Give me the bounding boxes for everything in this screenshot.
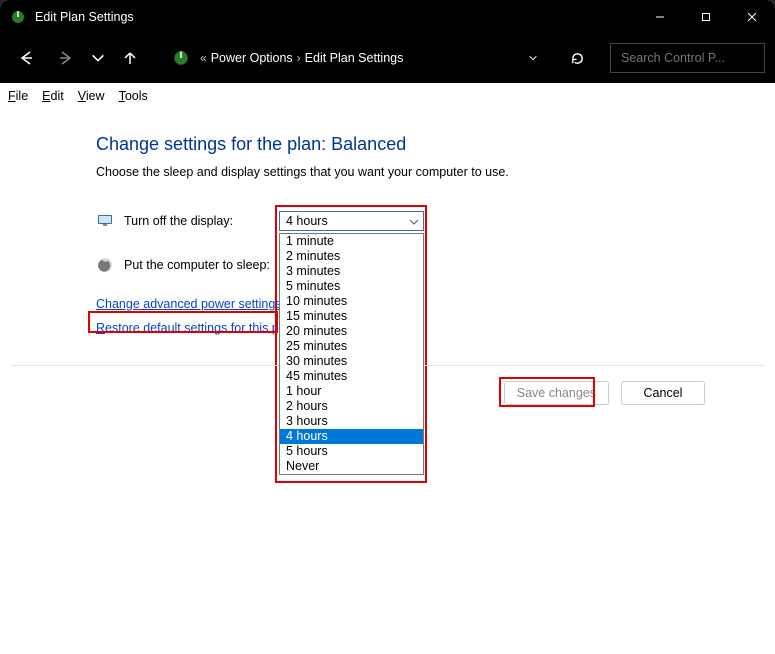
dropdown-option[interactable]: 20 minutes [280, 324, 423, 339]
up-button[interactable] [114, 42, 146, 74]
page-subtext: Choose the sleep and display settings th… [96, 165, 715, 179]
maximize-button[interactable] [683, 0, 729, 33]
chevron-right-icon: › [297, 51, 301, 65]
menu-edit[interactable]: Edit [42, 89, 64, 103]
dropdown-option[interactable]: 2 hours [280, 399, 423, 414]
app-icon [10, 9, 26, 25]
display-select[interactable]: 4 hours [279, 211, 424, 231]
chevron-left-icon: « [200, 51, 207, 65]
display-row: Turn off the display: 4 hours 1 minute2 … [96, 209, 715, 233]
dropdown-option[interactable]: 1 hour [280, 384, 423, 399]
search-box[interactable] [610, 43, 765, 73]
dropdown-option[interactable]: 3 hours [280, 414, 423, 429]
search-input[interactable] [619, 50, 775, 66]
navigation-toolbar: « Power Options › Edit Plan Settings [0, 33, 775, 83]
breadcrumb-power-options[interactable]: Power Options [211, 51, 293, 65]
dropdown-option[interactable]: Never [280, 459, 423, 474]
address-bar[interactable]: « Power Options › Edit Plan Settings [164, 43, 510, 73]
menu-view[interactable]: View [78, 89, 105, 103]
dropdown-option[interactable]: 1 minute [280, 234, 423, 249]
back-button[interactable] [10, 42, 42, 74]
refresh-button[interactable] [562, 43, 592, 73]
minimize-button[interactable] [637, 0, 683, 33]
dropdown-option[interactable]: 25 minutes [280, 339, 423, 354]
sleep-icon [96, 256, 114, 274]
content-area: Change settings for the plan: Balanced C… [0, 109, 775, 335]
recent-locations-button[interactable] [90, 42, 106, 74]
chevron-down-icon [409, 216, 419, 230]
dropdown-option[interactable]: 5 minutes [280, 279, 423, 294]
menu-tools[interactable]: Tools [119, 89, 148, 103]
address-dropdown-button[interactable] [518, 43, 548, 73]
breadcrumb-edit-plan-settings[interactable]: Edit Plan Settings [305, 51, 404, 65]
control-panel-icon [172, 49, 190, 67]
dropdown-option[interactable]: 4 hours [280, 429, 423, 444]
menu-file[interactable]: File [8, 89, 28, 103]
cancel-button[interactable]: Cancel [621, 381, 705, 405]
dropdown-option[interactable]: 3 minutes [280, 264, 423, 279]
page-heading: Change settings for the plan: Balanced [96, 134, 715, 155]
display-select-value: 4 hours [286, 214, 328, 228]
save-button[interactable]: Save changes [504, 381, 609, 405]
dropdown-option[interactable]: 45 minutes [280, 369, 423, 384]
dropdown-option[interactable]: 15 minutes [280, 309, 423, 324]
display-label: Turn off the display: [124, 214, 279, 228]
dropdown-option[interactable]: 10 minutes [280, 294, 423, 309]
forward-button[interactable] [50, 42, 82, 74]
menu-bar: File Edit View Tools [0, 83, 775, 109]
dropdown-option[interactable]: 2 minutes [280, 249, 423, 264]
display-select-wrap: 4 hours 1 minute2 minutes3 minutes5 minu… [279, 211, 424, 231]
titlebar: Edit Plan Settings [0, 0, 775, 33]
window: Edit Plan Settings « Power Options › Edi… [0, 0, 775, 654]
dropdown-option[interactable]: 5 hours [280, 444, 423, 459]
display-dropdown-list[interactable]: 1 minute2 minutes3 minutes5 minutes10 mi… [279, 233, 424, 475]
dropdown-option[interactable]: 30 minutes [280, 354, 423, 369]
display-icon [96, 212, 114, 230]
sleep-label: Put the computer to sleep: [124, 258, 279, 272]
window-title: Edit Plan Settings [35, 10, 134, 24]
close-button[interactable] [729, 0, 775, 33]
